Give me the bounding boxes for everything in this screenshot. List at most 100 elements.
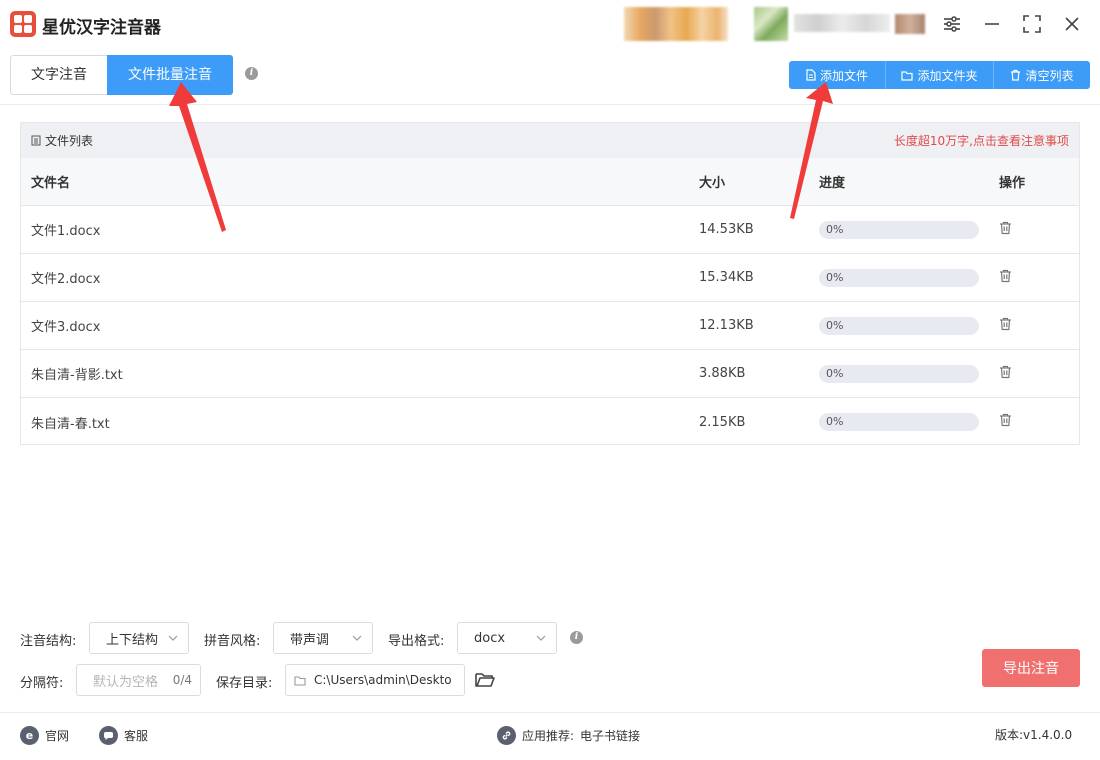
export-format-value: docx [474,630,506,646]
column-header-action: 操作 [999,176,1026,191]
column-header-size: 大小 [699,176,726,191]
app-title: 星优汉字注音器 [42,18,161,38]
close-icon[interactable] [1060,12,1084,36]
progress-text: 0% [826,366,844,380]
progress-bar: 0% [819,268,979,287]
structure-label: 注音结构: [20,634,77,649]
file-size: 12.13KB [699,318,754,333]
file-name: 文件2.docx [31,272,101,287]
export-annotation-button[interactable]: 导出注音 [982,649,1080,687]
table-row[interactable]: 文件3.docx 12.13KB 0% [21,302,1079,350]
delete-icon[interactable] [999,413,1012,427]
add-folder-label: 添加文件夹 [917,68,978,83]
progress-text: 0% [826,415,844,428]
progress-bar: 0% [819,364,979,383]
export-format-label: 导出格式: [388,634,445,649]
file-list-title-text: 文件列表 [45,134,94,148]
file-list-header: 文件列表 长度超10万字,点击查看注意事项 [21,123,1079,158]
file-list-panel: 文件列表 长度超10万字,点击查看注意事项 文件名 大小 进度 操作 文件1.d… [20,122,1080,445]
file-size: 14.53KB [699,222,754,237]
table-body: 文件1.docx 14.53KB 0% 文件2.docx 15.34KB 0% … [21,206,1079,446]
footer-recommend-label: 应用推荐: [522,729,575,743]
column-header-progress: 进度 [819,176,846,191]
save-directory-value: C:\Users\admin\Deskto [314,673,452,687]
delete-icon[interactable] [999,269,1012,283]
separator-count: 0/4 [172,673,192,687]
chevron-down-icon [536,635,546,641]
progress-bar: 0% [819,220,979,239]
structure-select[interactable]: 上下结构 [89,622,189,654]
chat-bubble-icon [99,726,118,745]
minimize-icon[interactable] [980,12,1004,36]
format-info-icon[interactable]: i [570,631,583,644]
title-bar: 星优汉字注音器 [0,0,1100,48]
table-header: 文件名 大小 进度 操作 [21,158,1079,206]
progress-text: 0% [826,222,844,236]
table-row[interactable]: 朱自清-背影.txt 3.88KB 0% [21,350,1079,398]
version-text: 版本:v1.4.0.0 [995,728,1073,742]
website-e-icon: e [20,726,39,745]
progress-text: 0% [826,318,844,332]
delete-icon[interactable] [999,221,1012,235]
file-size: 2.15KB [699,414,746,430]
footer-recommend: 应用推荐: 电子书链接 [497,726,640,745]
structure-value: 上下结构 [106,632,159,648]
delete-icon[interactable] [999,317,1012,331]
separator-placeholder: 默认为空格 [93,674,159,690]
pinyin-style-value: 带声调 [290,632,330,648]
blurred-user-name [794,14,890,32]
footer-ebook-link[interactable]: 电子书链接 [580,727,640,744]
footer-support-link[interactable]: 客服 [99,726,148,745]
save-directory-label: 保存目录: [216,676,273,691]
pinyin-style-label: 拼音风格: [204,634,261,649]
clear-list-label: 清空列表 [1025,68,1074,83]
delete-icon[interactable] [999,365,1012,379]
footer-divider [0,712,1100,713]
file-list-title: 文件列表 [31,132,93,149]
file-size: 15.34KB [699,270,754,285]
length-notice-link[interactable]: 长度超10万字,点击查看注意事项 [894,132,1069,149]
settings-sliders-icon[interactable] [940,12,964,36]
list-document-icon [31,135,41,146]
fullscreen-icon[interactable] [1020,12,1044,36]
chevron-down-icon [168,635,178,641]
blurred-user-avatar[interactable] [754,7,788,41]
add-file-button[interactable]: 添加文件 [789,61,886,89]
table-row[interactable]: 文件2.docx 15.34KB 0% [21,254,1079,302]
folder-icon [294,675,306,686]
save-directory-input[interactable]: C:\Users\admin\Deskto [285,664,465,696]
open-folder-icon[interactable] [474,670,496,694]
file-name: 朱自清-春.txt [31,416,110,432]
footer-website-label: 官网 [45,729,70,743]
app-logo-icon [10,11,36,37]
add-folder-button[interactable]: 添加文件夹 [886,61,994,89]
table-row[interactable]: 文件1.docx 14.53KB 0% [21,206,1079,254]
separator-input[interactable]: 默认为空格 0/4 [76,664,201,696]
progress-text: 0% [826,270,844,284]
tab-file-batch-annotation[interactable]: 文件批量注音 [107,55,233,95]
clear-list-button[interactable]: 清空列表 [994,61,1090,89]
blurred-user-badge [895,14,925,34]
blurred-avatar-area [624,7,728,41]
file-name: 朱自清-背影.txt [31,368,123,383]
tab-text-annotation[interactable]: 文字注音 [10,55,108,95]
folder-icon [901,70,914,81]
separator-label: 分隔符: [20,676,64,691]
footer-website-link[interactable]: e 官网 [20,726,69,745]
file-size: 3.88KB [699,366,746,381]
progress-bar: 0% [819,316,979,335]
file-icon [806,69,816,81]
trash-icon [1011,69,1021,81]
pinyin-style-select[interactable]: 带声调 [273,622,373,654]
progress-bar: 0% [819,413,979,431]
file-name: 文件3.docx [31,320,101,335]
link-icon [497,726,516,745]
header-divider [0,104,1100,105]
info-icon[interactable]: i [245,67,258,80]
chevron-down-icon [352,635,362,641]
file-name: 文件1.docx [31,224,101,239]
export-format-select[interactable]: docx [457,622,557,654]
footer-support-label: 客服 [124,729,149,743]
table-row[interactable]: 朱自清-春.txt 2.15KB 0% [21,398,1079,446]
file-action-group: 添加文件 添加文件夹 清空列表 [789,61,1090,89]
